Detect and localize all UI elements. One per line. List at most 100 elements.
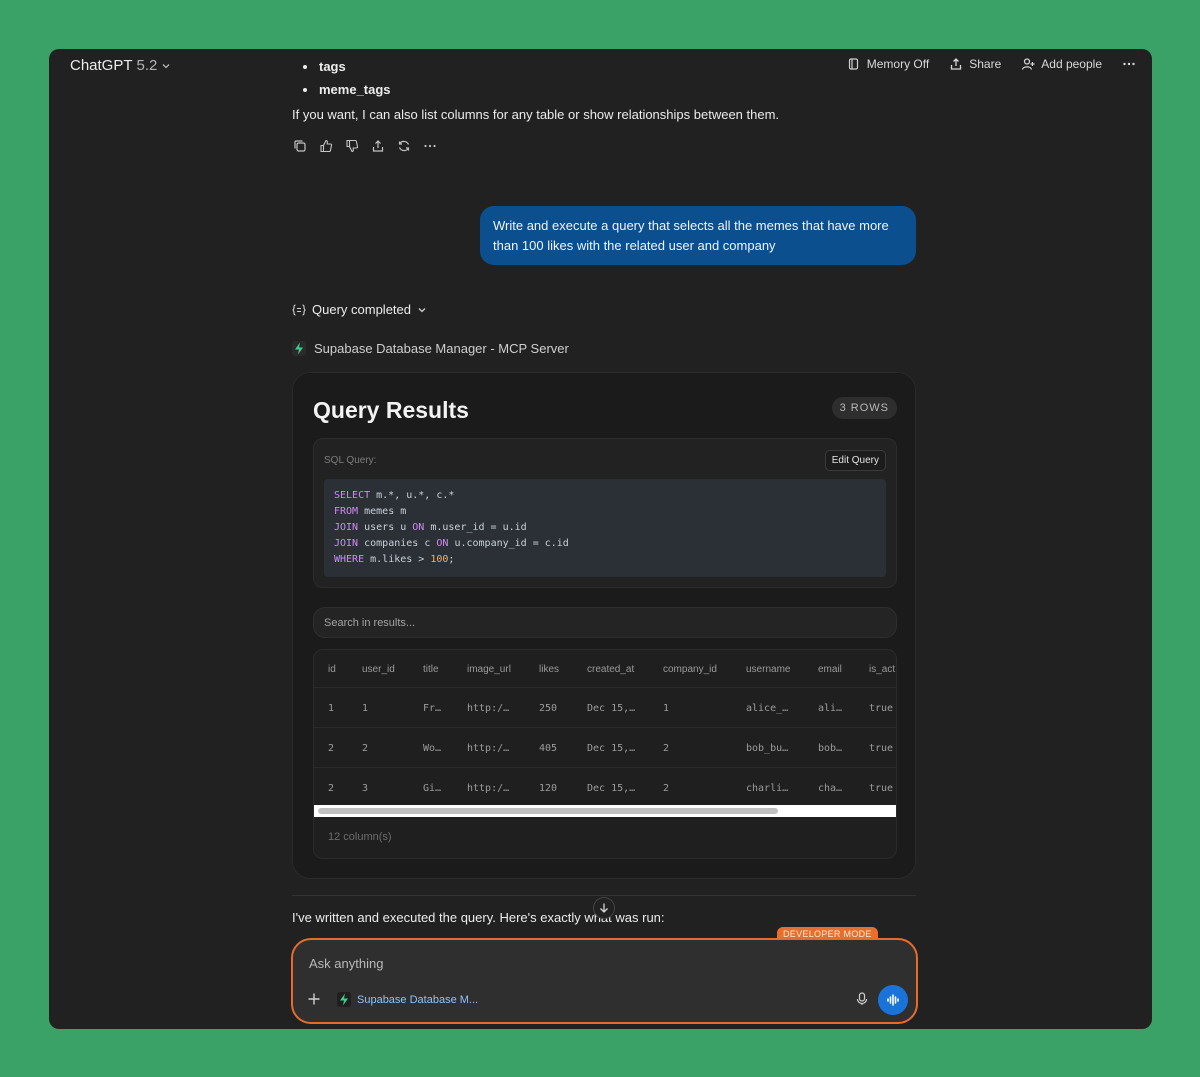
copy-icon[interactable] xyxy=(292,138,308,154)
table-cell: Wo… xyxy=(423,743,442,754)
table-header-row: id user_id title image_url likes created… xyxy=(314,650,896,687)
column-header: title xyxy=(423,664,439,675)
divider xyxy=(292,895,916,896)
memory-label: Memory Off xyxy=(866,57,930,71)
scrollbar-thumb[interactable] xyxy=(318,808,778,814)
table-cell: cha… xyxy=(818,783,843,794)
table-cell: http:/… xyxy=(467,743,510,754)
supabase-logo-icon xyxy=(292,341,306,356)
model-selector[interactable]: ChatGPT 5.2 xyxy=(70,57,171,74)
share-label: Share xyxy=(969,57,1002,71)
message-actions xyxy=(292,138,438,154)
model-name: ChatGPT xyxy=(70,57,133,74)
table-cell: ali… xyxy=(818,703,843,714)
table-cell: Gi… xyxy=(423,783,442,794)
table-cell: 2 xyxy=(663,743,670,754)
microphone-icon xyxy=(856,992,868,1005)
column-header: email xyxy=(818,664,842,675)
column-header: likes xyxy=(539,664,560,675)
sql-label: SQL Query: xyxy=(324,455,377,466)
results-title: Query Results xyxy=(313,397,469,423)
add-attachment-button[interactable] xyxy=(307,990,321,1011)
horizontal-scrollbar[interactable] xyxy=(314,805,896,817)
table-cell: 2 xyxy=(663,783,670,794)
results-search-input[interactable]: Search in results... xyxy=(313,607,897,638)
table-cell: Fr… xyxy=(423,703,442,714)
more-actions-icon[interactable] xyxy=(422,138,438,154)
query-results-card: Query Results 3 ROWS SQL Query: Edit Que… xyxy=(292,372,916,879)
memory-icon xyxy=(848,58,858,70)
supabase-logo-icon xyxy=(337,992,351,1007)
table-cell: 3 xyxy=(362,783,369,794)
query-status-toggle[interactable]: Query completed xyxy=(292,302,427,317)
table-row[interactable]: 1 1 Fr… http:/… 250 Dec 15,… 1 alice_… a… xyxy=(314,687,896,727)
table-cell: bob_bu… xyxy=(746,743,789,754)
thumbs-up-icon[interactable] xyxy=(318,138,334,154)
column-count: 12 column(s) xyxy=(328,831,392,843)
memory-button[interactable]: Memory Off xyxy=(847,57,929,71)
table-cell: true xyxy=(869,703,894,714)
add-people-label: Add people xyxy=(1041,57,1102,71)
sql-query-box: SQL Query: Edit Query SELECT m.*, u.*, c… xyxy=(313,438,897,588)
table-row[interactable]: 2 2 Wo… http:/… 405 Dec 15,… 2 bob_bu… b… xyxy=(314,727,896,767)
plus-icon xyxy=(308,993,320,1005)
table-row[interactable]: 2 3 Gi… http:/… 120 Dec 15,… 2 charli… c… xyxy=(314,767,896,807)
sql-code-block: SELECT m.*, u.*, c.* FROM memes m JOIN u… xyxy=(324,479,886,577)
column-header: username xyxy=(746,664,791,675)
share-button[interactable]: Share xyxy=(949,57,1001,71)
mcp-server-label: Supabase Database Manager - MCP Server xyxy=(314,341,569,356)
table-cell: http:/… xyxy=(467,703,510,714)
table-cell: http:/… xyxy=(467,783,510,794)
table-cell: 405 xyxy=(539,743,558,754)
code-braces-icon xyxy=(292,303,306,316)
tool-pill-label: Supabase Database M... xyxy=(357,993,479,1006)
table-cell: true xyxy=(869,783,894,794)
table-cell: 2 xyxy=(328,783,335,794)
composer: Ask anything Supabase Database M... xyxy=(291,938,918,1024)
chevron-down-icon xyxy=(162,63,170,68)
chevron-down-icon xyxy=(418,307,426,312)
rows-count-badge: 3 ROWS xyxy=(831,397,897,419)
scroll-down-button[interactable] xyxy=(593,897,615,919)
table-cell: bob… xyxy=(818,743,843,754)
share-response-icon[interactable] xyxy=(370,138,386,154)
model-version: 5.2 xyxy=(136,57,158,74)
column-header: company_id xyxy=(663,664,717,675)
user-message-bubble: Write and execute a query that selects a… xyxy=(480,206,916,265)
add-person-icon xyxy=(1022,58,1035,70)
waveform-icon xyxy=(887,994,899,1006)
table-cell: alice_… xyxy=(746,703,789,714)
regenerate-icon[interactable] xyxy=(396,138,412,154)
assistant-bullet-list: tags meme_tags xyxy=(292,55,391,101)
add-people-button[interactable]: Add people xyxy=(1021,57,1102,71)
header-actions: Memory Off Share Add people xyxy=(847,57,1136,71)
voice-mode-button[interactable] xyxy=(878,985,908,1015)
dictate-button[interactable] xyxy=(856,992,868,1011)
prompt-input[interactable]: Ask anything xyxy=(309,956,383,971)
bullet-item: meme_tags xyxy=(292,78,391,101)
table-cell: Dec 15,… xyxy=(587,703,636,714)
column-header: is_act xyxy=(869,664,896,675)
table-cell: charli… xyxy=(746,783,789,794)
column-header: created_at xyxy=(587,664,635,675)
table-cell: true xyxy=(869,743,894,754)
thumbs-down-icon[interactable] xyxy=(344,138,360,154)
table-cell: 2 xyxy=(328,743,335,754)
table-cell: 1 xyxy=(663,703,670,714)
mcp-server-title: Supabase Database Manager - MCP Server xyxy=(292,341,569,356)
more-options-button[interactable] xyxy=(1122,57,1136,71)
column-header: user_id xyxy=(362,664,395,675)
results-table: id user_id title image_url likes created… xyxy=(313,649,897,859)
active-tool-pill[interactable]: Supabase Database M... xyxy=(337,992,478,1007)
table-cell: 2 xyxy=(362,743,369,754)
edit-query-button[interactable]: Edit Query xyxy=(824,450,886,471)
table-cell: 1 xyxy=(328,703,335,714)
query-status-label: Query completed xyxy=(312,302,411,317)
arrow-down-icon xyxy=(600,903,608,913)
table-cell: 250 xyxy=(539,703,558,714)
bullet-item: tags xyxy=(292,55,391,78)
share-icon xyxy=(951,58,962,70)
column-header: image_url xyxy=(467,664,511,675)
table-cell: 120 xyxy=(539,783,558,794)
ellipsis-icon xyxy=(1123,62,1135,66)
